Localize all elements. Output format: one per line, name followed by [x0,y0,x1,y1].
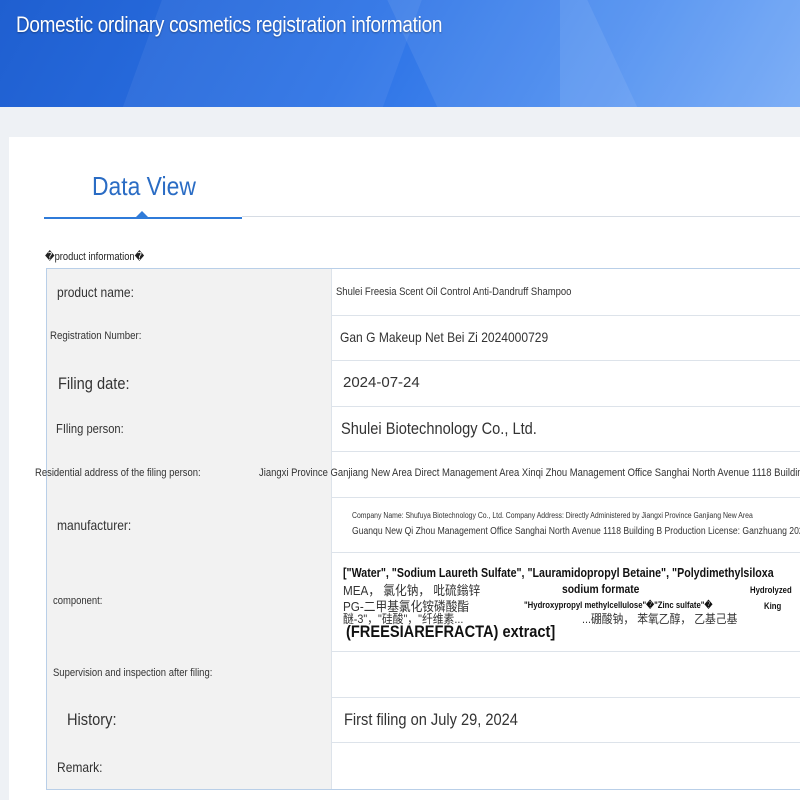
manufacturer-label: manufacturer: [57,517,132,533]
component-line-5: (FREESIAREFRACTA) extract] [346,622,556,641]
table-row-history: History: First filing on July 29, 2024 [47,697,800,743]
table-row-product-name: product name: Shulei Freesia Scent Oil C… [47,269,800,316]
history-value: First filing on July 29, 2024 [344,710,518,729]
filing-person-label: FIling person: [56,421,124,436]
manufacturer-value-line1: Company Name: Shufuya Biotechnology Co.,… [352,511,753,520]
page-banner: Domestic ordinary cosmetics registration… [0,0,800,107]
row-value-cell: ["Water", "Sodium Laureth Sulfate", "Lau… [332,552,800,651]
table-row-residential-address: Residential address of the filing person… [35,451,800,498]
manufacturer-value-line2: Guanqu New Qi Zhou Management Office San… [352,526,800,537]
remark-label: Remark: [57,759,103,775]
section-heading: �product information� [45,251,145,263]
row-label-cell: product name: [47,269,332,315]
history-label: History: [67,710,117,729]
component-line-4b: ...硼酸钠， 苯氧乙醇， 乙基己基 [582,612,738,626]
page-title: Domestic ordinary cosmetics registration… [16,12,443,37]
row-value-cell: Shulei Biotechnology Co., Ltd. [332,406,800,451]
tab-label: Data View [92,171,196,201]
row-label-cell: Supervision and inspection after filing: [47,651,332,697]
row-value-cell [332,742,800,789]
row-label-cell: FIling person: [47,406,332,451]
component-line-2c: Hydrolyzed [750,585,792,595]
row-value-cell [332,651,800,697]
product-name-label: product name: [57,284,134,300]
component-label: component: [53,595,103,607]
table-row-supervision: Supervision and inspection after filing: [47,651,800,698]
row-value-cell: First filing on July 29, 2024 [332,697,800,742]
product-info-table: product name: Shulei Freesia Scent Oil C… [35,268,800,790]
residential-address-value: Jiangxi Province Ganjiang New Area Direc… [259,467,800,479]
product-name-value: Shulei Freesia Scent Oil Control Anti-Da… [336,286,572,298]
row-value-cell: Shulei Freesia Scent Oil Control Anti-Da… [332,269,800,315]
row-label-cell: Registration Number: [47,315,332,360]
registration-number-value: Gan G Makeup Net Bei Zi 2024000729 [340,329,549,345]
row-label-cell: component: [47,552,332,651]
filing-date-label: Filing date: [58,374,130,393]
tab-active-indicator [136,211,148,217]
content-card: Data View �product information� product … [9,137,800,800]
row-label-cell: History: [47,697,332,742]
row-value-cell: Gan G Makeup Net Bei Zi 2024000729 [332,315,800,360]
component-line-2b: sodium formate [562,582,640,596]
tab-divider [242,216,800,217]
filing-person-value: Shulei Biotechnology Co., Ltd. [341,419,537,438]
table-row-filing-date: Filing date: 2024-07-24 [47,360,800,407]
banner-decoration [560,0,800,107]
supervision-label: Supervision and inspection after filing: [53,667,213,679]
component-line-1: ["Water", "Sodium Laureth Sulfate", "Lau… [343,565,774,580]
row-label-cell: Remark: [47,742,332,789]
row-value-cell: 2024-07-24 [332,360,800,406]
filing-date-value: 2024-07-24 [343,374,420,391]
residential-address-label: Residential address of the filing person… [35,467,201,479]
row-label-cell: manufacturer: [47,497,332,552]
tab-data-view[interactable]: Data View [44,167,242,219]
table-row-component: component: ["Water", "Sodium Laureth Sul… [47,552,800,652]
table-row-remark: Remark: [47,742,800,789]
table-row-manufacturer: manufacturer: Company Name: Shufuya Biot… [47,497,800,553]
component-line-3c: King [764,601,782,611]
table-row-registration-number: Registration Number: Gan G Makeup Net Be… [47,315,800,361]
registration-number-label: Registration Number: [50,330,142,342]
row-label-cell: Filing date: [47,360,332,406]
table-row-filing-person: FIling person: Shulei Biotechnology Co.,… [47,406,800,452]
row-value-cell: Company Name: Shufuya Biotechnology Co.,… [332,497,800,552]
